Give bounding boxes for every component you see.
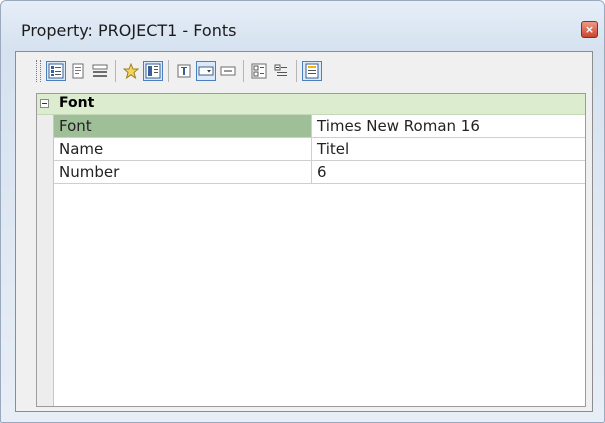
property-name: Font bbox=[54, 115, 312, 137]
property-grid: Font Font Times New Roman 16 Name Titel … bbox=[36, 93, 586, 407]
property-panel: Font Font Times New Roman 16 Name Titel … bbox=[15, 51, 593, 412]
edit-icon[interactable] bbox=[174, 61, 194, 81]
favorite-star-icon[interactable] bbox=[121, 61, 141, 81]
property-row-name[interactable]: Name Titel bbox=[54, 138, 585, 161]
property-value[interactable]: Titel bbox=[313, 138, 585, 160]
toolbar-separator bbox=[115, 60, 116, 82]
grid-gutter bbox=[37, 94, 54, 406]
property-name: Number bbox=[54, 161, 312, 183]
toolbar-separator bbox=[296, 60, 297, 82]
property-value[interactable]: Times New Roman 16 bbox=[313, 115, 585, 137]
dropdown-field-icon[interactable] bbox=[196, 61, 216, 81]
window-title: Property: PROJECT1 - Fonts bbox=[21, 21, 237, 40]
property-value[interactable]: 6 bbox=[313, 161, 585, 183]
categorized-view-icon[interactable] bbox=[46, 61, 66, 81]
toolbar-separator bbox=[243, 60, 244, 82]
expand-all-icon[interactable] bbox=[249, 61, 269, 81]
field-icon[interactable] bbox=[218, 61, 238, 81]
toolbar-grip-icon[interactable] bbox=[36, 60, 41, 82]
collapse-all-icon[interactable] bbox=[271, 61, 291, 81]
category-label: Font bbox=[59, 95, 95, 111]
description-panel-icon[interactable] bbox=[302, 61, 322, 81]
toolbar-separator bbox=[168, 60, 169, 82]
grid-view-icon[interactable] bbox=[143, 61, 163, 81]
list-view-icon[interactable] bbox=[90, 61, 110, 81]
collapse-toggle-icon[interactable] bbox=[40, 99, 49, 108]
close-icon[interactable]: × bbox=[581, 21, 598, 38]
property-name: Name bbox=[54, 138, 312, 160]
property-row-number[interactable]: Number 6 bbox=[54, 161, 585, 184]
toolbar bbox=[36, 55, 323, 87]
category-row-font[interactable]: Font bbox=[37, 94, 585, 115]
property-window: Property: PROJECT1 - Fonts × Font Font T… bbox=[0, 0, 605, 423]
property-page-icon[interactable] bbox=[68, 61, 88, 81]
property-row-font[interactable]: Font Times New Roman 16 bbox=[54, 115, 585, 138]
